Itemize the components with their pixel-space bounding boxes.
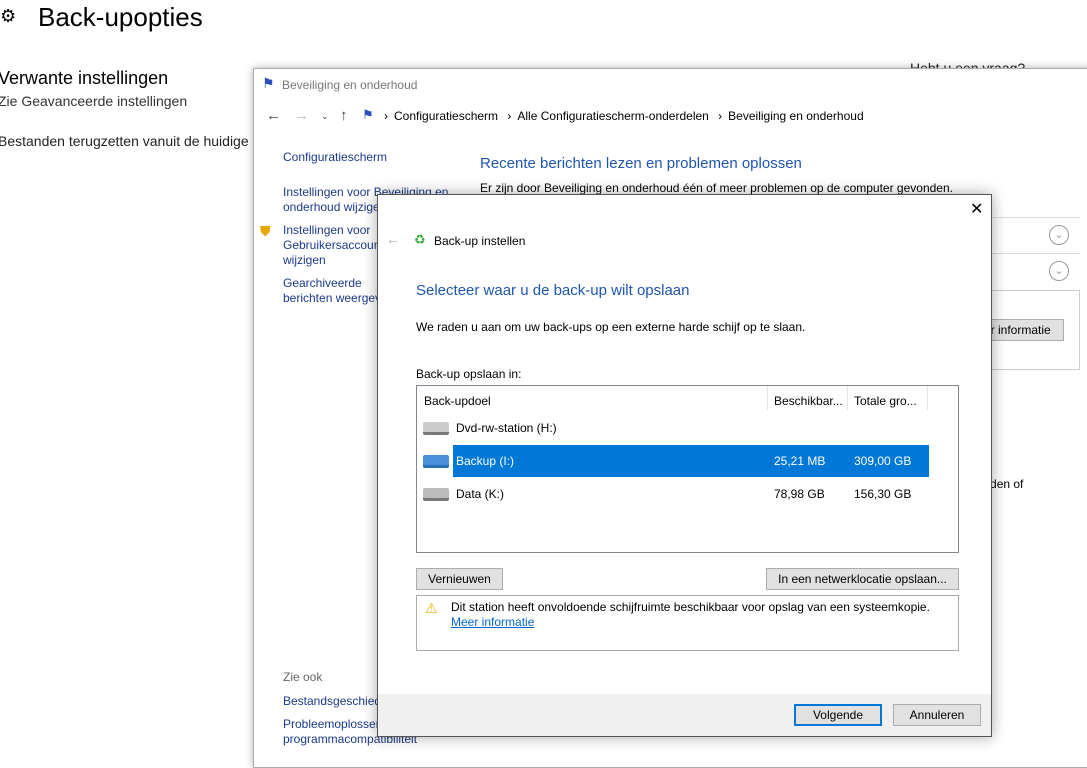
flag-icon: ⚑	[262, 75, 275, 91]
see-also-heading: Zie ook	[283, 670, 323, 684]
list-item[interactable]: Data (K:) 78,98 GB 156,30 GB	[423, 478, 929, 510]
close-icon[interactable]: ✕	[970, 199, 983, 219]
column-header[interactable]: Back-updoel	[424, 394, 491, 408]
main-text: Er zijn door Beveiliging en onderhoud éé…	[480, 181, 953, 195]
breadcrumb: › Configuratiescherm › Alle Configuratiesc…	[384, 109, 864, 123]
expand-chevron-icon[interactable]: ⌄	[1049, 261, 1069, 281]
gear-icon: ⚙	[0, 6, 17, 26]
forward-icon[interactable]: →	[294, 107, 309, 124]
backup-setup-dialog: ✕ ← ♻ Back-up instellen Selecteer waar u…	[377, 194, 992, 737]
warning-panel: ⚠ Dit station heeft onvoldoende schijfru…	[416, 595, 959, 651]
usb-drive-icon	[423, 455, 449, 468]
dialog-title: Back-up instellen	[434, 234, 526, 248]
shield-icon: ⛊	[260, 223, 271, 239]
column-header[interactable]: Totale gro...	[854, 394, 917, 408]
sidebar-link-control-panel[interactable]: Configuratiescherm	[283, 150, 453, 165]
back-icon[interactable]: ←	[266, 107, 281, 124]
warning-icon: ⚠	[425, 600, 438, 616]
back-icon[interactable]: ←	[386, 231, 400, 247]
column-header[interactable]: Beschikbar...	[774, 394, 843, 408]
list-item[interactable]: Backup (I:) 25,21 MB 309,00 GB	[423, 445, 929, 477]
chevron-down-icon[interactable]: ⌄	[321, 111, 329, 122]
list-item[interactable]: Dvd-rw-station (H:)	[423, 412, 929, 444]
flag-icon: ⚑	[362, 107, 374, 122]
list-label: Back-up opslaan in:	[416, 367, 522, 381]
breadcrumb-item[interactable]: Configuratiescherm	[394, 109, 498, 123]
backup-destination-list[interactable]: Back-updoel Beschikbar... Totale gro... …	[416, 385, 959, 553]
up-icon[interactable]: ↑	[340, 107, 348, 124]
dialog-footer: Volgende Annuleren	[378, 694, 991, 736]
intro-text: We raden u aan om uw back-ups op een ext…	[416, 320, 806, 334]
related-settings-heading: Verwante instellingen	[0, 68, 169, 88]
backup-icon: ♻	[414, 232, 426, 247]
refresh-button[interactable]: Vernieuwen	[416, 568, 503, 590]
hard-drive-icon	[423, 488, 449, 501]
network-location-button[interactable]: In een netwerklocatie opslaan...	[766, 568, 959, 590]
breadcrumb-item[interactable]: Beveiliging en onderhoud	[728, 109, 863, 123]
next-button[interactable]: Volgende	[794, 704, 882, 726]
advanced-settings-link[interactable]: Zie Geavanceerde instellingen	[0, 93, 187, 109]
dvd-drive-icon	[423, 422, 449, 435]
more-info-link[interactable]: Meer informatie	[451, 615, 534, 629]
breadcrumb-item[interactable]: Alle Configuratiescherm-onderdelen	[517, 109, 708, 123]
warning-text: Dit station heeft onvoldoende schijfruim…	[451, 600, 930, 614]
window-title: Beveiliging en onderhoud	[282, 78, 418, 92]
cancel-button[interactable]: Annuleren	[893, 704, 981, 726]
navigation-bar: ← → ⌄ ↑ ⚑ › Configuratiescherm › Alle Conf…	[254, 101, 1087, 131]
page-title: Back-upopties	[38, 2, 203, 32]
expand-chevron-icon[interactable]: ⌄	[1049, 225, 1069, 245]
main-heading: Recente berichten lezen en problemen opl…	[480, 155, 802, 172]
dialog-heading: Selecteer waar u de back-up wilt opslaan	[416, 282, 690, 299]
